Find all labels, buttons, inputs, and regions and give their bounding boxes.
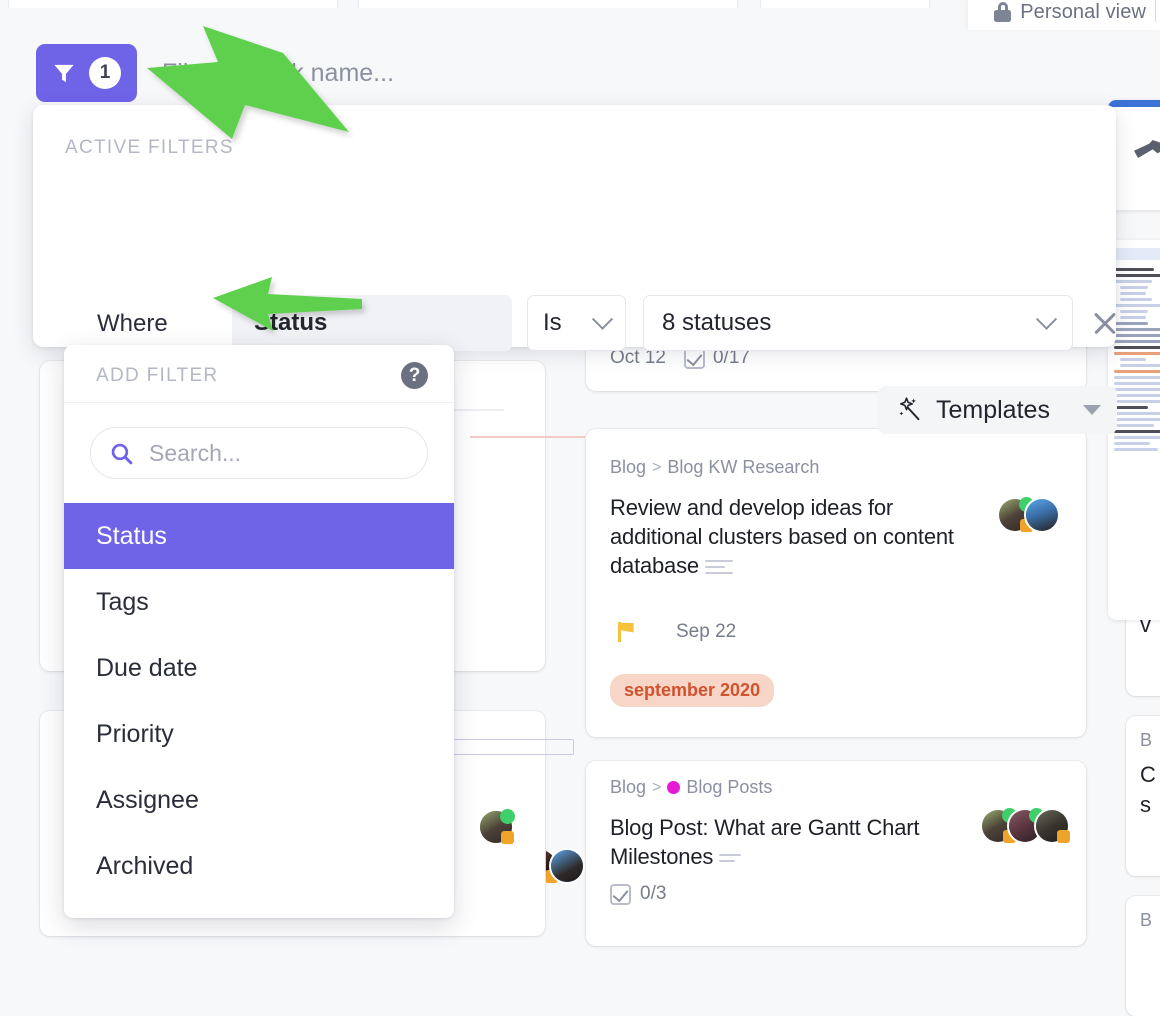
filter-field-select[interactable]: Status xyxy=(232,295,512,351)
tab-stub[interactable] xyxy=(8,0,338,8)
filter-option-assignee[interactable]: Assignee xyxy=(64,767,454,833)
avatar[interactable] xyxy=(549,848,585,884)
filter-option-due-date[interactable]: Due date xyxy=(64,635,454,701)
filter-option-tags[interactable]: Tags xyxy=(64,569,454,635)
caret-down-icon xyxy=(1083,405,1101,415)
status-square-icon xyxy=(1057,830,1070,843)
filter-value-text: 8 statuses xyxy=(662,309,771,337)
chevron-right-icon: > xyxy=(652,459,661,477)
filter-search-input[interactable] xyxy=(147,439,409,468)
tag-pill[interactable]: september 2020 xyxy=(610,674,774,707)
chevron-right-icon: > xyxy=(652,779,661,797)
where-label: Where xyxy=(97,310,168,338)
filter-operator-value: Is xyxy=(543,309,562,337)
breadcrumb: Blog > Blog Posts xyxy=(610,777,772,798)
funnel-icon xyxy=(52,62,76,85)
breadcrumb-leaf[interactable]: Blog Posts xyxy=(686,777,772,798)
card-title[interactable]: Review and develop ideas for additional … xyxy=(610,493,960,580)
description-lines-icon xyxy=(705,556,733,578)
filter-field-value: Status xyxy=(254,309,327,337)
avatar-group-gantt[interactable] xyxy=(980,808,1070,844)
card-title[interactable]: Blog Post: What are Gantt Chart Mileston… xyxy=(610,813,970,871)
close-icon[interactable] xyxy=(1089,307,1121,339)
breadcrumb-root[interactable]: Blog xyxy=(610,457,646,478)
hammer-icon xyxy=(1134,140,1160,158)
templates-label: Templates xyxy=(936,396,1050,425)
checklist-count: 0/3 xyxy=(640,883,666,905)
avatar[interactable] xyxy=(478,809,514,845)
active-filters-heading: ACTIVE FILTERS xyxy=(65,137,234,159)
checkbox-icon xyxy=(610,884,631,905)
list-color-dot-icon xyxy=(667,781,680,794)
tab-stub[interactable] xyxy=(760,0,930,8)
filter-search-wrapper[interactable] xyxy=(90,427,428,479)
filter-operator-select[interactable]: Is xyxy=(527,295,626,351)
chevron-down-icon xyxy=(592,308,613,329)
active-filters-panel: ACTIVE FILTERS Where Status Is 8 statuse… xyxy=(33,105,1116,347)
breadcrumb-leaf[interactable]: Blog KW Research xyxy=(667,457,819,478)
thumbnail-url-chip xyxy=(1114,248,1160,260)
search-icon xyxy=(109,441,134,466)
task-name-filter-input[interactable] xyxy=(160,54,560,92)
board-card-kw-research[interactable]: Blog > Blog KW Research Review and devel… xyxy=(586,429,1086,737)
question-mark-icon[interactable]: ? xyxy=(401,362,428,389)
flag-icon xyxy=(618,622,636,642)
avatar[interactable] xyxy=(1024,497,1060,533)
breadcrumb: Blog > Blog KW Research xyxy=(610,457,819,478)
breadcrumb-root[interactable]: Blog xyxy=(610,777,646,798)
filter-option-archived[interactable]: Archived xyxy=(64,833,454,899)
due-date-label: Sep 22 xyxy=(676,621,736,643)
filter-toolbar: 1 xyxy=(0,16,1160,106)
filter-value-select[interactable]: 8 statuses xyxy=(643,295,1073,351)
magic-wand-icon xyxy=(894,395,924,425)
add-filter-dropdown: ADD FILTER ? Status Tags Due date Priori… xyxy=(64,345,454,918)
templates-button[interactable]: Templates xyxy=(878,386,1117,434)
chevron-down-icon xyxy=(1036,308,1057,329)
tab-stub[interactable] xyxy=(358,0,738,8)
avatar-group-left-2[interactable] xyxy=(478,809,514,845)
filter-toggle-button[interactable]: 1 xyxy=(36,44,137,102)
board-card-gantt-milestones[interactable]: Blog > Blog Posts Blog Post: What are Ga… xyxy=(586,761,1086,946)
status-dot-icon xyxy=(500,809,515,824)
add-filter-dropdown-title: ADD FILTER xyxy=(96,365,218,387)
active-filter-count-badge: 1 xyxy=(89,57,121,89)
filter-option-priority[interactable]: Priority xyxy=(64,701,454,767)
description-lines-icon xyxy=(719,850,741,866)
avatar-group-kw[interactable] xyxy=(997,497,1060,533)
avatar[interactable] xyxy=(1034,808,1070,844)
add-filter-dropdown-header: ADD FILTER ? xyxy=(64,345,454,403)
status-square-icon xyxy=(501,831,514,844)
filter-options-list: Status Tags Due date Priority Assignee A… xyxy=(64,503,454,899)
filter-option-status[interactable]: Status xyxy=(64,503,454,569)
